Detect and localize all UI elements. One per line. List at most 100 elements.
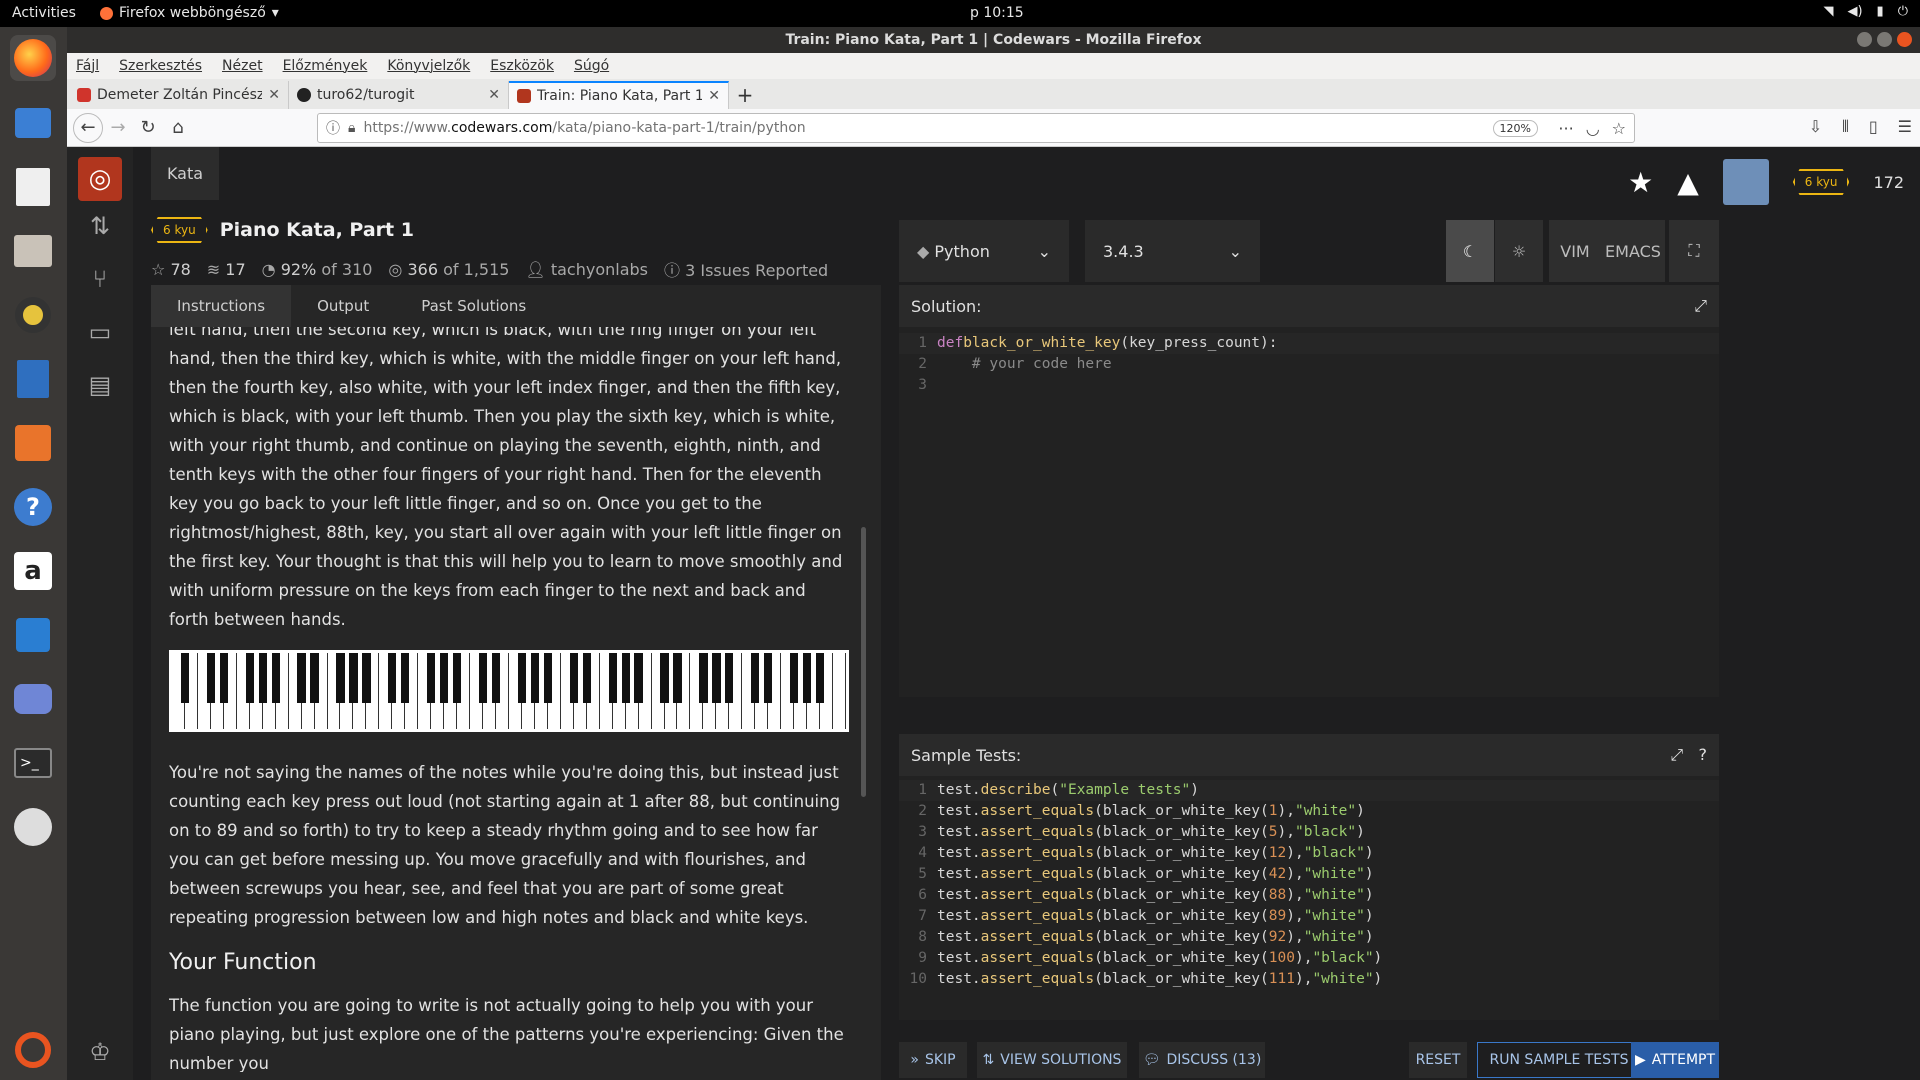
menu-edit[interactable]: Szerkesztés (119, 58, 202, 74)
solution-code[interactable]: 1 def black_or_white_key (key_press_count)… (899, 327, 1719, 396)
expand-icon[interactable]: ⤢ (1670, 745, 1683, 764)
window-title-bar: Train: Piano Kata, Part 1 | Codewars - M… (67, 27, 1920, 53)
help-icon[interactable]: ? (10, 484, 56, 530)
reset-button[interactable]: RESET (1409, 1042, 1467, 1078)
language-value: Python (934, 241, 990, 261)
solution-editor[interactable]: Solution: ⤢ 1 def black_or_white_key (key_… (899, 285, 1719, 697)
browser-tab[interactable]: Demeter Zoltán Pincésze ✕ (69, 81, 289, 109)
docs-icon[interactable]: ▤ (83, 368, 117, 402)
paragraph: The function you are going to write is n… (169, 996, 844, 1072)
fullscreen-icon[interactable]: ⛶ (1669, 220, 1719, 282)
back-arrow-icon[interactable]: ← (73, 112, 103, 143)
skip-button[interactable]: » SKIP (899, 1042, 967, 1078)
url-bar-actions: ··· ◡ ☆ (1558, 119, 1626, 138)
tab-instructions[interactable]: Instructions (151, 285, 292, 327)
menu-bookmarks[interactable]: Könyvjelzők (387, 58, 470, 74)
new-tab-button[interactable]: + (729, 81, 761, 109)
files-icon[interactable] (10, 228, 56, 274)
maximize-button[interactable] (1877, 32, 1892, 47)
browser-tab[interactable]: turo62/turogit ✕ (289, 81, 509, 109)
tab-past-solutions[interactable]: Past Solutions (395, 285, 552, 327)
clock[interactable]: p 10:15 (970, 5, 1024, 21)
description-scrollbar[interactable] (861, 527, 866, 797)
close-tab-icon[interactable]: ✕ (268, 87, 280, 103)
language-select[interactable]: ◆ Python ⌄ (899, 220, 1069, 282)
light-theme-sun-icon[interactable]: ☼ (1495, 220, 1543, 282)
sample-tests-editor[interactable]: Sample Tests: ⤢ ? 1 test. describe("Exampl… (899, 734, 1719, 1020)
code-line: 1 def black_or_white_key (key_press_count)… (899, 333, 1719, 354)
menu-file[interactable]: Fájl (76, 58, 99, 74)
piano-black-key (297, 653, 306, 703)
bookmark-star-icon[interactable]: ☆ (1612, 119, 1626, 138)
issues-link[interactable]: ⓘ 3 Issues Reported (664, 257, 828, 281)
author-link[interactable]: 👤︎ tachyonlabs (525, 260, 648, 279)
menu-history[interactable]: Előzmények (283, 58, 368, 74)
firefox-icon[interactable] (10, 35, 56, 81)
play-icon: ▶ (1634, 1052, 1646, 1068)
code-line: 5 test. assert_equals (black_or_white_key(4… (918, 866, 1374, 882)
user-icon: 👤︎ (525, 259, 546, 279)
fork-icon[interactable]: ⑂ (83, 262, 117, 296)
discuss-button[interactable]: 💬︎ DISCUSS (13) (1139, 1042, 1265, 1078)
url-bar[interactable]: ⓘ 🔒︎ https://www.codewars.com/kata/piano… (317, 113, 1635, 143)
close-tab-icon[interactable]: ✕ (708, 88, 720, 104)
dark-theme-moon-icon[interactable]: ☾ (1446, 220, 1494, 282)
menu-view[interactable]: Nézet (222, 58, 263, 74)
info-icon[interactable]: ⓘ (326, 118, 340, 138)
tests-code[interactable]: 1 test. describe("Example tests") 2 test. as… (899, 776, 1719, 996)
vscode-icon[interactable] (10, 612, 56, 658)
kata-nav-button[interactable]: Kata (151, 147, 219, 200)
downloads-icon[interactable]: ⇩ (1809, 117, 1822, 137)
activities-button[interactable]: Activities (12, 5, 76, 21)
sidebar-icon[interactable]: ▯ (1869, 117, 1878, 137)
help-circle-icon[interactable]: ? (1699, 745, 1708, 764)
avatar[interactable] (1722, 159, 1769, 205)
view-solutions-button[interactable]: ⇅ VIEW SOLUTIONS (977, 1042, 1127, 1078)
app-menu[interactable]: Firefox webböngésző ▾ (100, 5, 279, 21)
close-tab-icon[interactable]: ✕ (488, 87, 500, 103)
codewars-logo-icon[interactable]: ◎ (78, 157, 122, 201)
reload-icon[interactable]: ↻ (133, 113, 163, 143)
attempt-button[interactable]: ▶ ATTEMPT (1631, 1042, 1719, 1078)
library-icon[interactable]: ⫴ (1842, 117, 1849, 137)
discord-icon[interactable] (10, 676, 56, 722)
vim-mode-button[interactable]: VIM (1549, 220, 1601, 282)
forward-arrow-icon[interactable]: → (103, 113, 133, 143)
piano-black-key (258, 653, 267, 703)
minimize-button[interactable] (1857, 32, 1872, 47)
menu-tools[interactable]: Eszközök (490, 58, 554, 74)
thunderbird-icon[interactable] (10, 100, 56, 146)
version-select[interactable]: 3.4.3 ⌄ (1085, 220, 1260, 282)
browser-tab-active[interactable]: Train: Piano Kata, Part 1 ✕ (509, 81, 729, 109)
rhythmbox-icon[interactable] (10, 292, 56, 338)
show-apps-icon[interactable] (10, 1027, 56, 1073)
completed-stat: ◎ 366 of 1,515 (388, 259, 510, 279)
zoom-level-badge[interactable]: 120% (1492, 120, 1538, 137)
stars-stat[interactable]: ☆ 78 (151, 260, 191, 279)
text-editor-icon[interactable] (10, 164, 56, 210)
expand-icon[interactable]: ⤢ (1694, 296, 1707, 316)
bookmark-icon[interactable]: ★ (1628, 166, 1653, 199)
libreoffice-writer-icon[interactable] (10, 356, 56, 402)
piano-black-key (634, 653, 643, 703)
home-icon[interactable]: ⌂ (163, 113, 193, 143)
collections-stat[interactable]: ≋ 17 (207, 260, 246, 279)
pocket-icon[interactable]: ◡ (1586, 119, 1600, 138)
tab-output[interactable]: Output (291, 285, 395, 327)
discussion-icon[interactable]: ▭ (83, 315, 117, 349)
software-center-icon[interactable] (10, 420, 56, 466)
system-tray[interactable]: ◥ ◀) ▮ ⏻ (1823, 4, 1908, 19)
trophy-icon[interactable]: ♔ (83, 1035, 117, 1069)
more-actions-icon[interactable]: ··· (1558, 119, 1573, 138)
practice-icon[interactable]: ⇅ (83, 209, 117, 243)
notification-bell-icon[interactable]: ▲ (1677, 166, 1699, 199)
info-circle-icon: ⓘ (664, 261, 681, 280)
software-updater-icon[interactable] (10, 804, 56, 850)
run-sample-tests-button[interactable]: RUN SAMPLE TESTS (1477, 1042, 1641, 1078)
hamburger-menu-icon[interactable]: ☰ (1898, 117, 1912, 137)
menu-help[interactable]: Súgó (574, 58, 609, 74)
emacs-mode-button[interactable]: EMACS (1601, 220, 1665, 282)
amazon-icon[interactable]: a (10, 548, 56, 594)
close-window-button[interactable] (1897, 32, 1912, 47)
terminal-icon[interactable]: >_ (10, 740, 56, 786)
